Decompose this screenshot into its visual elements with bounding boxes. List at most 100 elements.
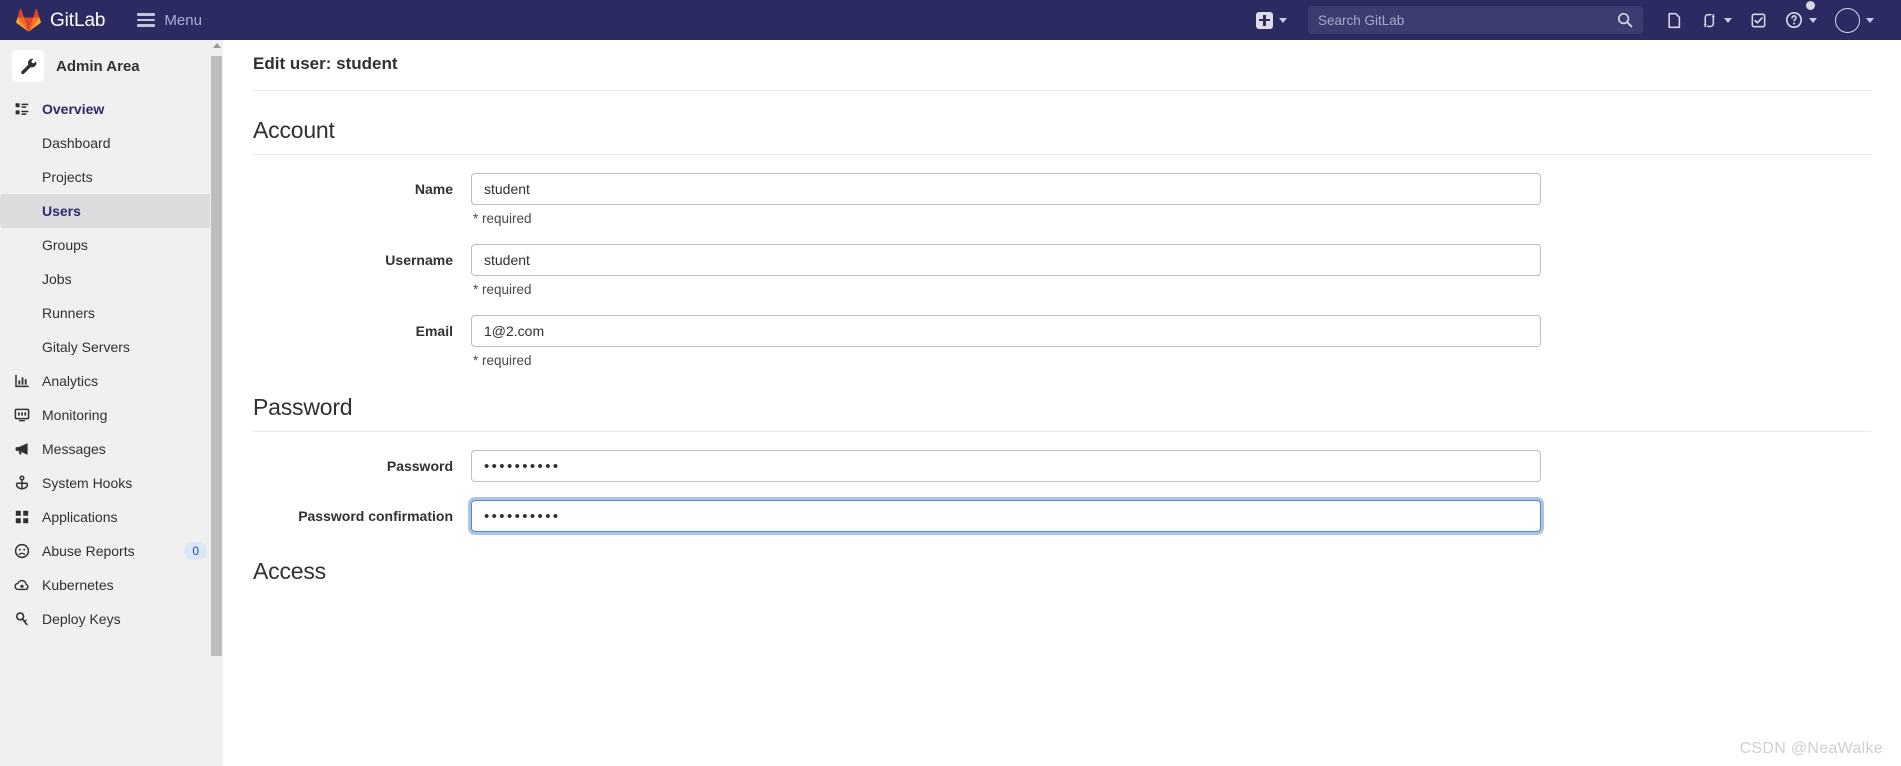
monitoring-icon — [14, 408, 30, 422]
analytics-icon — [15, 374, 29, 388]
issues-button[interactable] — [1657, 3, 1692, 37]
form-row-name: Name * required — [253, 155, 1871, 226]
sidebar-item-monitoring[interactable]: Monitoring — [0, 398, 221, 432]
username-required-note: * required — [473, 282, 532, 297]
scrollbar-thumb[interactable] — [211, 56, 222, 656]
name-field-col: * required — [471, 173, 1541, 226]
search-input[interactable] — [1318, 12, 1617, 28]
hook-icon — [15, 475, 29, 490]
merge-requests-icon — [1703, 13, 1716, 27]
sidebar-item-deploy-keys[interactable]: Deploy Keys — [0, 602, 221, 636]
sidebar-item-users[interactable]: Users — [0, 194, 213, 228]
search-icon — [1617, 12, 1633, 28]
sidebar-item-label: Overview — [42, 101, 105, 117]
password-section-heading: Password — [253, 394, 353, 420]
gitlab-wordmark: GitLab — [50, 9, 106, 31]
sidebar-item-label: Jobs — [42, 271, 72, 287]
megaphone-icon — [15, 443, 28, 455]
chevron-down-icon — [1724, 17, 1732, 23]
password-confirmation-field-col — [471, 500, 1541, 532]
username-field-col: * required — [471, 244, 1541, 297]
sidebar-item-label: Analytics — [42, 373, 99, 389]
sidebar-item-kubernetes[interactable]: Kubernetes — [0, 568, 221, 602]
navbar-right — [1247, 0, 1901, 40]
sidebar-item-projects[interactable]: Projects — [0, 160, 213, 194]
chevron-down-icon — [1809, 17, 1817, 23]
todos-button[interactable] — [1741, 3, 1776, 37]
sidebar-item-overview[interactable]: Overview — [0, 92, 221, 126]
gitlab-logo-icon — [16, 8, 41, 32]
username-input[interactable] — [471, 244, 1541, 276]
user-menu-button[interactable] — [1826, 3, 1883, 37]
access-section-heading: Access — [253, 558, 326, 584]
form-row-username: Username * required — [253, 226, 1871, 297]
search-box[interactable] — [1308, 6, 1643, 34]
content-container: Edit user: student Account Name * requir… — [223, 40, 1901, 595]
page-scrollbar[interactable] — [210, 40, 223, 766]
sidebar-item-label: Messages — [42, 441, 106, 457]
sidebar-item-label: Kubernetes — [42, 577, 114, 593]
form-row-password-confirmation: Password confirmation — [253, 482, 1871, 532]
sidebar-item-label: Groups — [42, 237, 88, 253]
name-label: Name — [414, 181, 453, 197]
merge-requests-button[interactable] — [1692, 3, 1741, 37]
sidebar-item-label: Gitaly Servers — [42, 339, 130, 355]
gitlab-home-link[interactable]: GitLab — [0, 0, 115, 40]
main-menu-button[interactable]: Menu — [127, 0, 212, 40]
email-input[interactable] — [471, 315, 1541, 347]
scroll-up-arrow-icon[interactable] — [212, 43, 221, 48]
password-confirmation-input[interactable] — [471, 500, 1541, 532]
sidebar-item-dashboard[interactable]: Dashboard — [0, 126, 213, 160]
notification-dot-icon — [1806, 1, 1815, 10]
hamburger-icon — [137, 13, 156, 27]
new-item-button[interactable] — [1247, 3, 1296, 37]
sidebar-item-label: Dashboard — [42, 135, 111, 151]
main-content: Edit user: student Account Name * requir… — [223, 40, 1901, 766]
abuse-reports-badge: 0 — [184, 542, 207, 560]
admin-sidebar: Admin Area Overview Dashboard Projects U… — [0, 40, 222, 766]
email-required-note: * required — [473, 353, 532, 368]
username-label: Username — [385, 252, 453, 268]
sidebar-nav-list: Overview Dashboard Projects Users Groups… — [0, 92, 221, 636]
name-input[interactable] — [471, 173, 1541, 205]
sidebar-item-label: Deploy Keys — [42, 611, 121, 627]
help-icon — [1785, 11, 1803, 29]
sidebar-item-label: Monitoring — [42, 407, 108, 423]
password-field-col — [471, 450, 1541, 482]
avatar — [1835, 7, 1860, 33]
key-icon — [15, 612, 28, 626]
sidebar-item-system-hooks[interactable]: System Hooks — [0, 466, 221, 500]
page-title: Edit user: student — [253, 54, 398, 73]
menu-button-label: Menu — [164, 11, 202, 29]
overview-icon — [15, 103, 29, 115]
todos-icon — [1751, 13, 1766, 27]
sidebar-item-gitaly-servers[interactable]: Gitaly Servers — [0, 330, 213, 364]
password-input[interactable] — [471, 450, 1541, 482]
email-field-col: * required — [471, 315, 1541, 368]
sidebar-item-label: System Hooks — [42, 475, 133, 491]
sidebar-item-runners[interactable]: Runners — [0, 296, 213, 330]
navbar-left: GitLab Menu — [0, 0, 212, 40]
admin-area-title: Admin Area — [56, 57, 140, 75]
password-label: Password — [386, 458, 453, 474]
sidebar-item-analytics[interactable]: Analytics — [0, 364, 221, 398]
top-navbar: GitLab Menu — [0, 0, 1901, 40]
sidebar-item-jobs[interactable]: Jobs — [0, 262, 213, 296]
sidebar-item-applications[interactable]: Applications — [0, 500, 221, 534]
chevron-down-icon — [1866, 17, 1874, 23]
sidebar-item-label: Runners — [42, 305, 95, 321]
form-row-email: Email * required — [253, 297, 1871, 368]
sidebar-item-groups[interactable]: Groups — [0, 228, 213, 262]
name-required-note: * required — [473, 211, 532, 226]
sidebar-item-label: Applications — [42, 509, 118, 525]
admin-area-header[interactable]: Admin Area — [0, 40, 221, 92]
help-button[interactable] — [1776, 1, 1826, 37]
account-section-heading: Account — [253, 117, 335, 143]
sidebar-item-abuse-reports[interactable]: Abuse Reports 0 — [0, 534, 221, 568]
email-label: Email — [415, 323, 453, 339]
wrench-icon — [12, 50, 44, 82]
sidebar-item-label: Projects — [42, 169, 93, 185]
applications-icon — [15, 510, 29, 524]
kubernetes-icon — [14, 579, 29, 591]
sidebar-item-messages[interactable]: Messages — [0, 432, 221, 466]
